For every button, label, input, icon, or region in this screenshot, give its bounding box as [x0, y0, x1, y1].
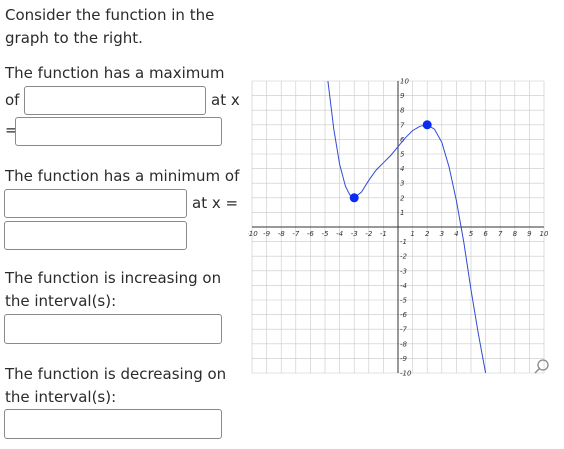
max-label: The function has a maximum [5, 64, 225, 82]
x-tick-label: 3 [440, 230, 444, 238]
y-tick-label: -3 [400, 267, 407, 275]
intro-line-2: graph to the right. [5, 29, 143, 47]
y-tick-label: -6 [400, 311, 408, 319]
max-x-input[interactable] [15, 117, 222, 146]
y-tick-label: 7 [400, 121, 405, 129]
extremum-point [349, 193, 359, 203]
x-tick-label: 9 [527, 230, 532, 238]
x-tick-label: 5 [469, 230, 474, 238]
min-x-input[interactable] [4, 221, 187, 250]
y-tick-label: -8 [400, 340, 408, 348]
x-tick-label: 4 [454, 230, 458, 238]
y-tick-label: 4 [400, 165, 404, 173]
x-tick-label: 1 [410, 230, 414, 238]
increasing-label-line-1: The function is increasing on [5, 269, 222, 287]
y-tick-label: -10 [400, 370, 412, 378]
x-tick-label: -1 [380, 230, 387, 238]
function-graph: -10-9-8-7-6-5-4-3-2-11234567891010987654… [248, 78, 548, 378]
x-tick-label: 2 [425, 230, 430, 238]
max-at-x-label: at x [211, 91, 240, 109]
search-icon[interactable] [533, 358, 551, 376]
y-tick-label: 8 [400, 107, 405, 115]
x-tick-label: 10 [540, 230, 548, 238]
min-label: The function has a minimum of [5, 167, 240, 185]
max-value-input[interactable] [24, 86, 206, 115]
y-tick-label: -5 [400, 297, 408, 305]
decreasing-interval-input[interactable] [4, 409, 222, 439]
x-tick-label: -8 [278, 230, 286, 238]
extremum-point [422, 120, 432, 130]
y-tick-label: -1 [400, 238, 407, 246]
extrema-points [349, 120, 432, 203]
min-value-input[interactable] [4, 189, 187, 218]
y-tick-label: -9 [400, 355, 408, 363]
x-tick-label: 7 [498, 230, 503, 238]
min-at-x-label: at x = [192, 194, 239, 212]
x-tick-label: -4 [336, 230, 343, 238]
x-tick-label: -9 [263, 230, 271, 238]
y-tick-label: -7 [400, 326, 408, 334]
x-tick-label: -7 [292, 230, 300, 238]
x-tick-label: -2 [365, 230, 373, 238]
x-tick-label: -10 [248, 230, 258, 238]
max-of-label: of [5, 91, 20, 109]
decreasing-label-line-1: The function is decreasing on [5, 365, 227, 383]
decreasing-label-line-2: the interval(s): [5, 388, 117, 406]
y-tick-label: -4 [400, 282, 407, 290]
y-tick-label: 3 [400, 180, 404, 188]
increasing-label-line-2: the interval(s): [5, 292, 117, 310]
intro-line-1: Consider the function in the [5, 6, 215, 24]
x-tick-label: -3 [351, 230, 358, 238]
y-tick-label: -2 [400, 253, 408, 261]
y-tick-label: 10 [400, 78, 409, 86]
x-tick-label: -5 [322, 230, 330, 238]
x-tick-label: 8 [513, 230, 518, 238]
x-tick-label: -6 [307, 230, 315, 238]
y-tick-label: 1 [400, 209, 404, 217]
y-tick-label: 5 [400, 151, 405, 159]
y-tick-label: 9 [400, 92, 405, 100]
increasing-interval-input[interactable] [4, 314, 222, 344]
x-tick-label: 6 [483, 230, 488, 238]
y-tick-label: 2 [400, 194, 405, 202]
